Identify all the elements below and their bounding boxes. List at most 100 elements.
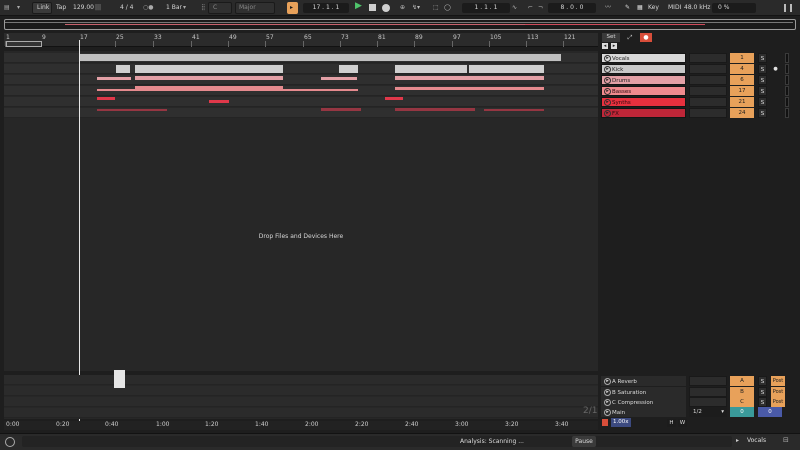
post-send-toggle[interactable]: Post xyxy=(771,376,785,386)
follow-button[interactable]: ▸ xyxy=(287,2,298,14)
audio-clip[interactable] xyxy=(469,65,544,73)
return-activator[interactable]: C xyxy=(730,397,754,407)
main-lane[interactable] xyxy=(4,408,598,418)
return-track-row[interactable]: ▸ B Saturation B S Post xyxy=(600,387,800,397)
track-row[interactable]: ▸ Kick 4 S ● xyxy=(600,64,800,74)
info-view-icon[interactable] xyxy=(5,437,15,447)
record-arm-all-icon[interactable]: ● xyxy=(640,33,652,42)
midi-clip[interactable] xyxy=(395,76,544,80)
track-name[interactable]: ▸ Drums xyxy=(601,75,686,85)
track-row[interactable]: ▸ Drums 6 S xyxy=(600,75,800,85)
post-send-toggle[interactable]: Post xyxy=(771,387,785,397)
midi-clip[interactable] xyxy=(97,97,115,100)
midi-clip[interactable] xyxy=(135,86,283,89)
midi-clip[interactable] xyxy=(395,108,475,111)
link-button[interactable]: Link xyxy=(32,2,52,14)
solo-button[interactable]: S xyxy=(758,376,767,386)
solo-button[interactable]: S xyxy=(758,397,767,407)
return-track-name[interactable]: ▸ B Saturation xyxy=(601,387,686,397)
arrow-right-icon[interactable]: ▸ xyxy=(611,43,617,49)
midi-clip[interactable] xyxy=(97,89,358,91)
track-name[interactable]: ▸ Kick xyxy=(601,64,686,74)
return-volume-bar[interactable] xyxy=(689,376,727,386)
scale-grid-icon[interactable]: ⣿ xyxy=(201,3,205,13)
arrangement-overview[interactable] xyxy=(4,19,796,30)
key-map-button[interactable]: Key xyxy=(648,3,659,13)
session-record-icon[interactable]: ◯ xyxy=(444,3,451,13)
playhead[interactable] xyxy=(79,40,80,421)
return-lane[interactable] xyxy=(4,386,598,396)
zoom-field[interactable]: 1.00x xyxy=(611,418,631,427)
time-signature-field[interactable]: 4 / 4 xyxy=(120,3,133,13)
midi-clip[interactable] xyxy=(385,97,403,100)
main-track-name[interactable]: ▸ Main xyxy=(601,407,686,417)
post-send-toggle[interactable]: Post xyxy=(771,397,785,407)
audio-clip[interactable] xyxy=(80,54,561,61)
mixer-view-icon[interactable]: ⊟ xyxy=(783,436,789,444)
loop-toggle-icon[interactable]: ∿ xyxy=(512,3,517,13)
set-button[interactable]: Set xyxy=(602,33,620,42)
capture-icon[interactable]: ⬚ xyxy=(433,3,439,13)
track-row[interactable]: ▸ Vocals 1 S xyxy=(600,53,800,63)
solo-button[interactable]: S xyxy=(758,86,767,96)
quantize-select[interactable]: 1 Bar xyxy=(166,3,182,13)
return-volume-bar[interactable] xyxy=(689,397,727,407)
pause-button[interactable]: Pause xyxy=(572,436,596,447)
return-lane[interactable] xyxy=(4,397,598,407)
track-row[interactable]: ▸ Basses 17 S xyxy=(600,86,800,96)
loop-brace[interactable] xyxy=(6,41,42,47)
solo-button[interactable]: S xyxy=(758,387,767,397)
midi-clip[interactable] xyxy=(209,100,229,103)
beat-time-ruler[interactable]: 1 9 17 25 33 41 49 57 65 73 81 89 97 105 113 121 xyxy=(4,33,598,47)
width-toggle[interactable]: W xyxy=(678,419,687,427)
midi-clip[interactable] xyxy=(321,108,361,111)
time-ruler[interactable]: 0:00 0:20 0:40 1:00 1:20 1:40 2:00 2:20 2:40 3:00… xyxy=(4,421,598,430)
audio-clip[interactable] xyxy=(135,65,283,73)
main-pan[interactable]: 0 xyxy=(758,407,782,417)
track-activator[interactable]: 24 xyxy=(730,108,754,118)
return-activator[interactable]: A xyxy=(730,376,754,386)
menu-icon[interactable]: ▤ xyxy=(4,3,10,13)
key-select[interactable]: C xyxy=(208,2,232,14)
track-activator[interactable]: 6 xyxy=(730,75,754,85)
tap-button[interactable]: Tap xyxy=(56,3,66,13)
return-lane[interactable] xyxy=(4,375,598,385)
automation-icon[interactable] xyxy=(602,419,608,426)
audio-clip[interactable] xyxy=(395,65,467,73)
solo-button[interactable]: S xyxy=(758,64,767,74)
solo-button[interactable]: S xyxy=(758,108,767,118)
punch-in-icon[interactable]: ⌐ xyxy=(528,3,533,13)
midi-clip[interactable] xyxy=(484,109,544,111)
track-volume-bar[interactable] xyxy=(689,75,727,85)
solo-button[interactable]: S xyxy=(758,97,767,107)
pencil-icon[interactable]: ✎ xyxy=(625,3,630,13)
return-volume-bar[interactable] xyxy=(689,387,727,397)
track-activator[interactable]: 4 xyxy=(730,64,754,74)
track-name[interactable]: ▸ FX xyxy=(601,108,686,118)
main-volume[interactable]: 0 xyxy=(730,407,754,417)
track-name[interactable]: ▸ Basses xyxy=(601,86,686,96)
stop-icon[interactable] xyxy=(369,4,376,11)
overdub-icon[interactable]: ⊕ xyxy=(400,3,405,13)
main-output-select[interactable]: 1/2 ▾ xyxy=(689,407,727,417)
audio-clip[interactable] xyxy=(116,65,130,73)
track-name[interactable]: ▸ Synths xyxy=(601,97,686,107)
track-name[interactable]: ▸ Vocals xyxy=(601,53,686,63)
track-activator[interactable]: 1 xyxy=(730,53,754,63)
loop-start-field[interactable]: 1 . 1 . 1 xyxy=(462,3,510,13)
chevron-down-icon[interactable]: ▾ xyxy=(183,3,186,13)
midi-clip[interactable] xyxy=(97,109,167,111)
main-track-row[interactable]: ▸ Main 1/2 ▾ 0 0 xyxy=(600,407,800,417)
return-track-row[interactable]: ▸ C Compression C S Post xyxy=(600,397,800,407)
return-track-row[interactable]: ▸ A Reverb A S Post xyxy=(600,376,800,386)
midi-clip[interactable] xyxy=(321,77,357,80)
track-lane[interactable] xyxy=(4,97,598,107)
solo-button[interactable]: S xyxy=(758,53,767,63)
track-activator[interactable]: 17 xyxy=(730,86,754,96)
solo-button[interactable]: S xyxy=(758,75,767,85)
track-volume-bar[interactable] xyxy=(689,64,727,74)
keyboard-icon[interactable]: ▦ xyxy=(637,3,643,13)
return-track-name[interactable]: ▸ A Reverb xyxy=(601,376,686,386)
record-icon[interactable] xyxy=(382,4,390,12)
track-activator[interactable]: 21 xyxy=(730,97,754,107)
